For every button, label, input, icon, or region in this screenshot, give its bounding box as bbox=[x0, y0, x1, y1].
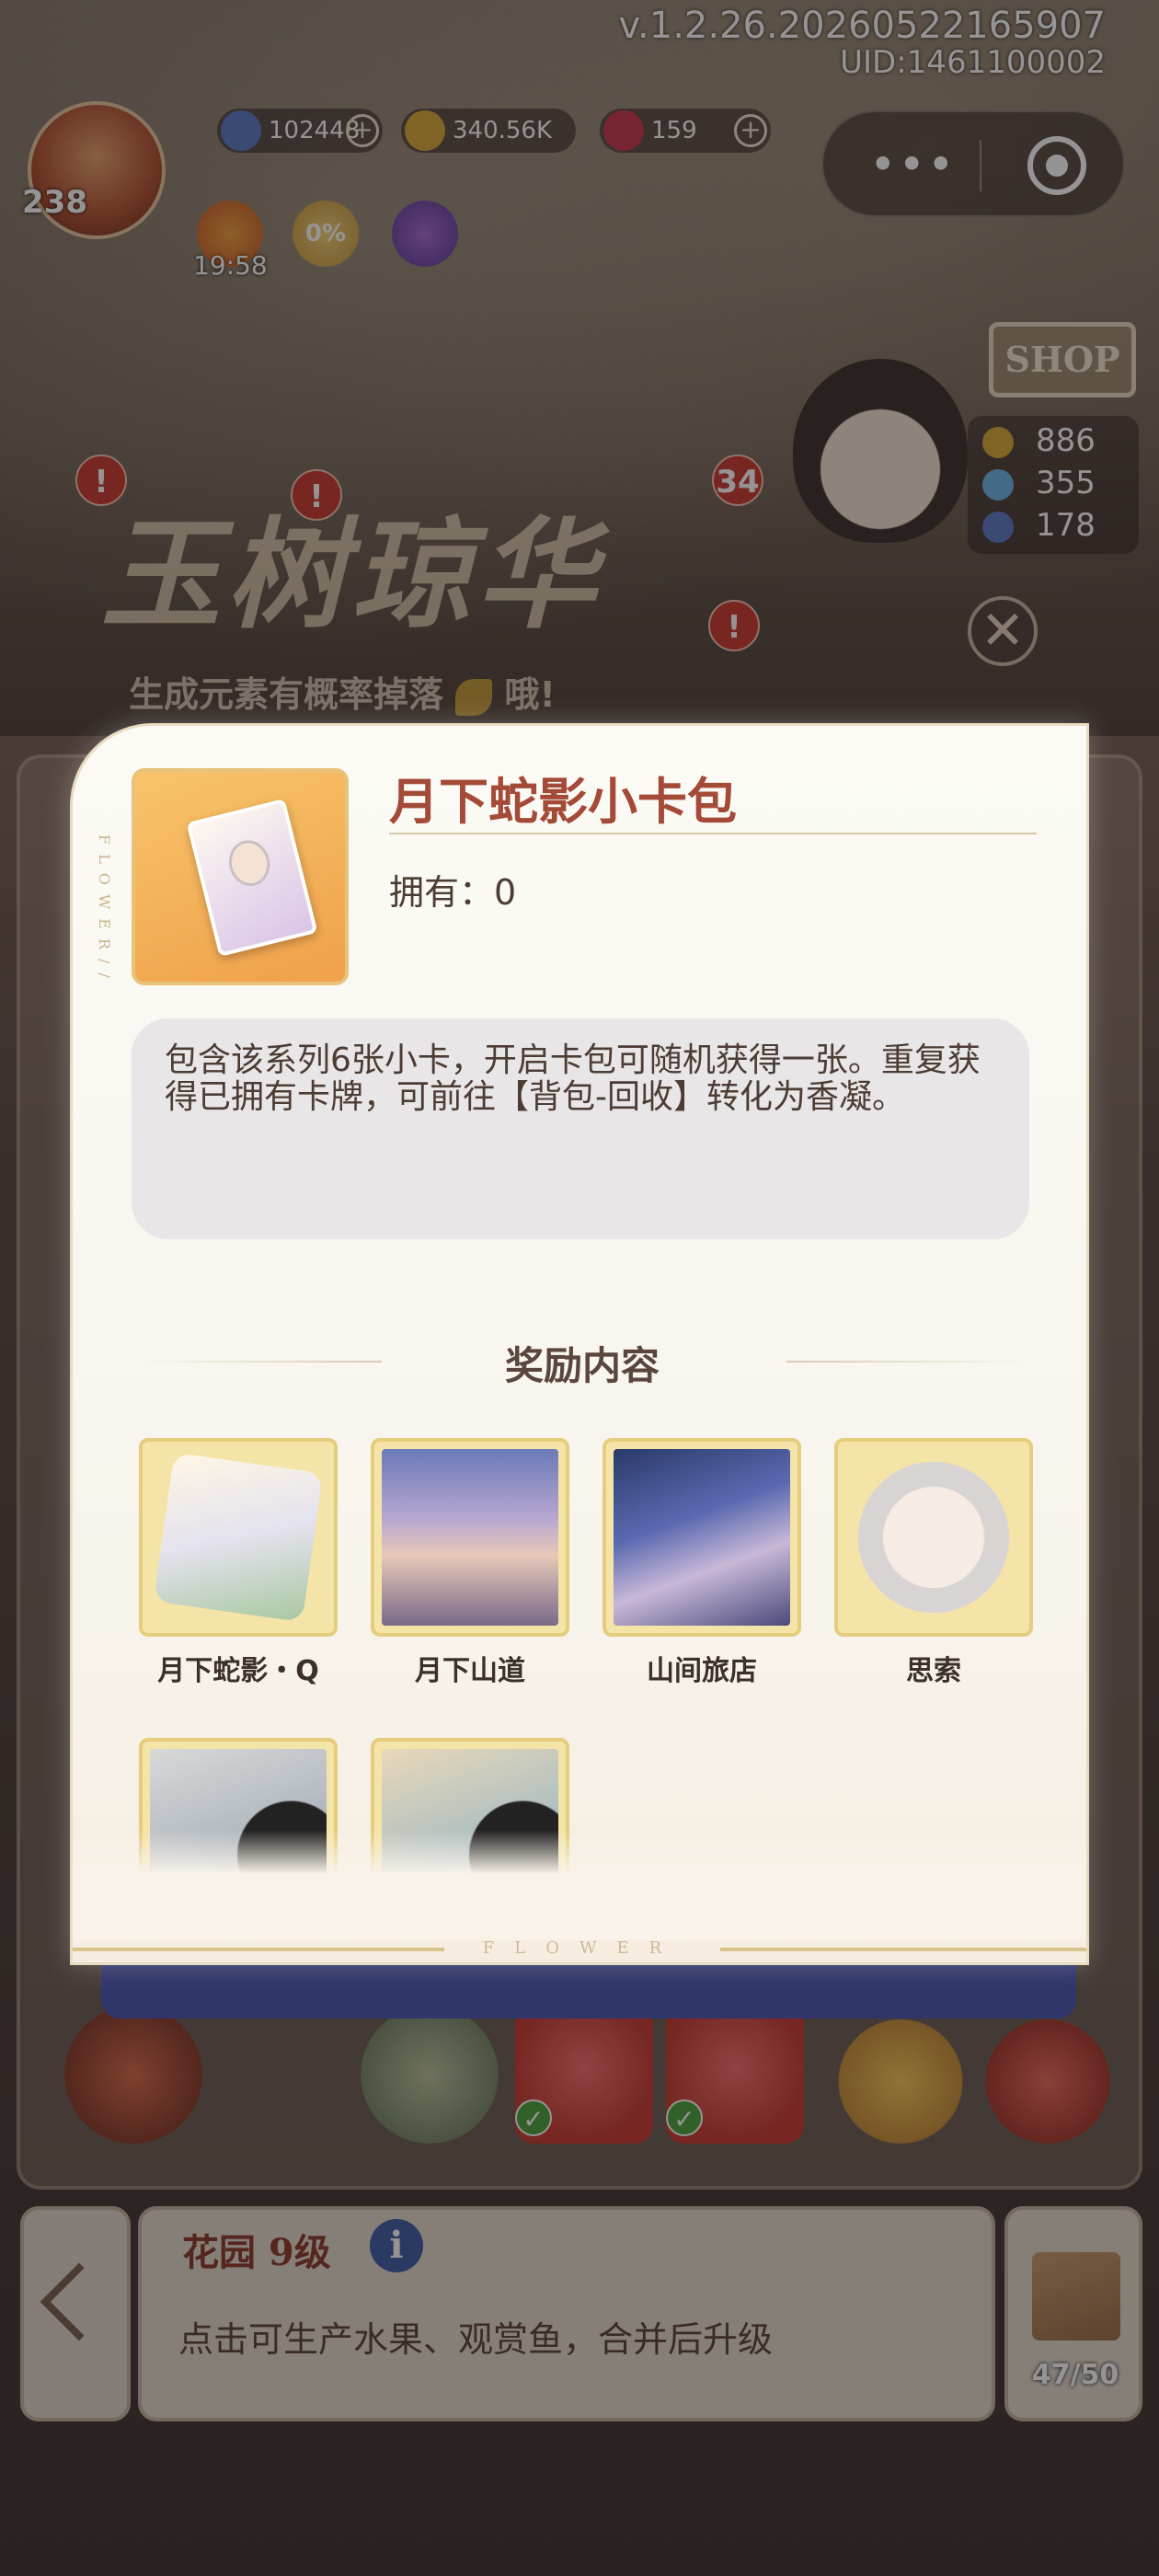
rewards-heading: 奖励内容 bbox=[504, 1343, 660, 1388]
scroll-fade bbox=[73, 1830, 1086, 1940]
description-box: 包含该系列6张小卡，开启卡包可随机获得一张。重复获得已拥有卡牌，可前往【背包-回… bbox=[132, 1018, 1029, 1239]
bottom-rule-right bbox=[720, 1948, 1086, 1951]
reward-portrait-art bbox=[845, 1449, 1022, 1626]
reward-label: 月下蛇影・Q bbox=[157, 1655, 319, 1687]
description-text: 包含该系列6张小卡，开启卡包可随机获得一张。重复获得已拥有卡牌，可前往【背包-回… bbox=[165, 1041, 981, 1116]
card-pack-art bbox=[186, 798, 318, 958]
title-divider bbox=[389, 833, 1037, 834]
owned-count: 拥有：0 bbox=[389, 872, 517, 913]
reward-label: 月下山道 bbox=[415, 1655, 525, 1687]
character-face bbox=[224, 835, 275, 891]
card-pack-title: 月下蛇影小卡包 bbox=[389, 772, 737, 831]
card-pack-dialog: FLOWER// 月下蛇影小卡包 拥有：0 包含该系列6张小卡，开启卡包可随机获… bbox=[70, 723, 1089, 1965]
reward-item[interactable] bbox=[139, 1438, 338, 1637]
reward-label: 山间旅店 bbox=[647, 1655, 757, 1687]
reward-label: 思索 bbox=[906, 1655, 961, 1687]
reward-card-art bbox=[153, 1452, 324, 1623]
reward-item[interactable] bbox=[371, 1438, 569, 1637]
heading-divider-right bbox=[786, 1361, 1026, 1363]
side-decoration-text: FLOWER// bbox=[96, 834, 113, 987]
reward-interior-art bbox=[614, 1449, 790, 1626]
card-pack-thumbnail bbox=[132, 768, 349, 985]
reward-item[interactable] bbox=[834, 1438, 1033, 1637]
reward-item[interactable] bbox=[602, 1438, 801, 1637]
reward-landscape-art bbox=[382, 1449, 558, 1626]
